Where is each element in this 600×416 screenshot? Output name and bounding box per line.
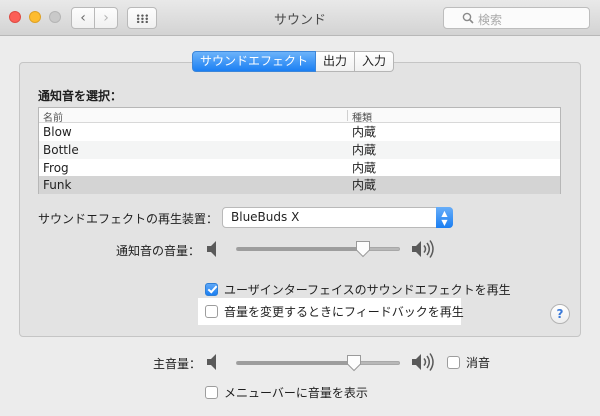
speaker-high-icon	[412, 240, 434, 258]
sound-type: 内蔵	[352, 143, 377, 157]
ui-sound-effects-option[interactable]: ユーザインターフェイスのサウンドエフェクトを再生	[205, 280, 511, 298]
alert-volume-label: 通知音の音量：	[116, 244, 201, 258]
alert-sound-heading: 通知音を選択：	[38, 89, 123, 103]
tab-input[interactable]: 入力	[355, 51, 395, 72]
sound-type: 内蔵	[352, 125, 377, 139]
column-header-type[interactable]: 種類	[352, 109, 372, 124]
sound-name: Frog	[43, 161, 69, 175]
column-divider	[347, 110, 348, 121]
sound-row[interactable]: Bottle 内蔵	[39, 141, 560, 159]
playback-device-popup[interactable]: BlueBuds X ▲ ▼	[222, 207, 453, 228]
volume-feedback-option[interactable]: 音量を変更するときにフィードバックを再生	[205, 302, 464, 320]
ui-sound-effects-checkbox[interactable]	[205, 282, 218, 296]
sound-type: 内蔵	[352, 161, 377, 175]
ui-sound-effects-label: ユーザインターフェイスのサウンドエフェクトを再生	[224, 282, 511, 297]
sound-row[interactable]: Blow 内蔵	[39, 123, 560, 141]
alert-volume-slider[interactable]	[236, 241, 400, 258]
alert-volume-knob[interactable]	[355, 240, 371, 258]
show-volume-in-menubar-label: メニューバーに音量を表示	[224, 385, 368, 400]
popup-arrows-icon: ▲ ▼	[436, 207, 453, 228]
volume-feedback-checkbox[interactable]	[205, 304, 218, 318]
tab-output[interactable]: 出力	[316, 51, 356, 72]
sound-name: Funk	[43, 178, 72, 192]
search-field[interactable]: 検索	[443, 7, 590, 29]
sound-name: Bottle	[43, 143, 79, 157]
show-volume-in-menubar-option[interactable]: メニューバーに音量を表示	[205, 383, 368, 401]
search-placeholder: 検索	[478, 13, 503, 27]
output-volume-label: 主音量：	[153, 357, 202, 371]
alert-volume-fill	[237, 247, 364, 251]
mute-label: 消音	[466, 355, 491, 370]
speaker-low-icon	[207, 354, 216, 370]
sound-preferences-window: ‹ › サウンド 検索 サウンドエフェクト 出力 入力 通知音を選択： 名前 種…	[0, 0, 600, 416]
tab-bar: サウンドエフェクト 出力 入力	[192, 51, 395, 73]
playback-device-value: BlueBuds X	[231, 210, 300, 224]
speaker-low-icon	[207, 241, 216, 257]
alert-sound-list[interactable]: 名前 種類 Blow 内蔵 Bottle 内蔵 Frog 内蔵 Funk 内蔵	[38, 107, 561, 194]
mute-option[interactable]: 消音	[447, 353, 490, 371]
sound-row-selected[interactable]: Funk 内蔵	[39, 176, 560, 194]
toolbar: ‹ › サウンド 検索	[0, 0, 600, 36]
help-button[interactable]: ?	[550, 304, 570, 324]
search-icon	[462, 12, 474, 24]
column-header-name[interactable]: 名前	[43, 109, 63, 124]
volume-feedback-label: 音量を変更するときにフィードバックを再生	[224, 304, 464, 319]
sound-name: Blow	[43, 125, 72, 139]
output-volume-slider[interactable]	[236, 355, 400, 372]
sound-type: 内蔵	[352, 178, 377, 192]
sound-row[interactable]: Frog 内蔵	[39, 159, 560, 177]
tab-sound-effects[interactable]: サウンドエフェクト	[192, 51, 317, 72]
mute-checkbox[interactable]	[447, 355, 460, 369]
output-volume-knob[interactable]	[346, 354, 362, 372]
show-volume-in-menubar-checkbox[interactable]	[205, 385, 218, 399]
speaker-high-icon	[412, 353, 434, 371]
playback-device-label: サウンドエフェクトの再生装置：	[38, 212, 219, 226]
output-volume-fill	[237, 361, 354, 365]
list-header: 名前 種類	[39, 108, 560, 124]
